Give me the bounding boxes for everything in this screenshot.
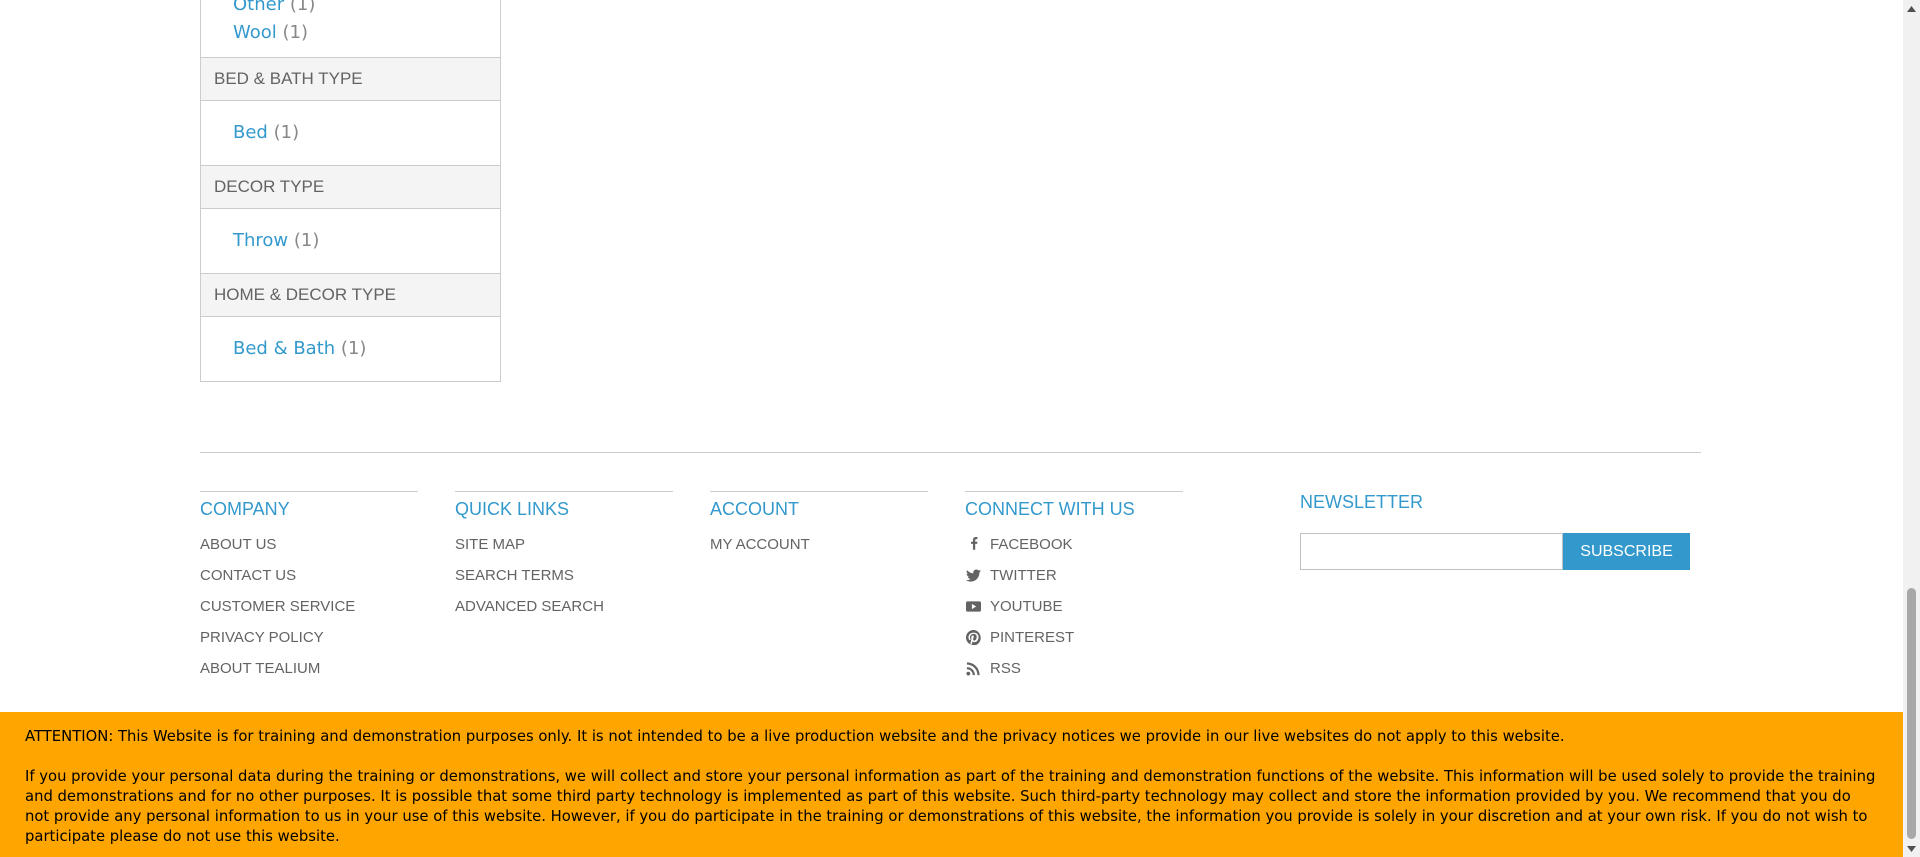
footer-link-rss[interactable]: RSS (965, 653, 1183, 684)
footer-link-about-tealium[interactable]: ABOUT TEALIUM (200, 653, 418, 684)
filter-group-home-decor-type: Bed & Bath (1) (201, 317, 500, 381)
footer-link-facebook[interactable]: FACEBOOK (965, 529, 1183, 560)
footer-column-company: COMPANY ABOUT US CONTACT US CUSTOMER SER… (200, 491, 418, 684)
page-scrollbar[interactable] (1903, 0, 1920, 857)
filter-option-count: (1) (293, 230, 320, 251)
newsletter-title: NEWSLETTER (1300, 492, 1424, 512)
filter-group-bed-bath-type: Bed (1) (201, 101, 500, 165)
twitter-icon (965, 568, 981, 584)
footer-link-contact-us[interactable]: CONTACT US (200, 560, 418, 591)
filter-option-label: Bed & Bath (233, 338, 336, 359)
newsletter-form: SUBSCRIBE (1300, 533, 1700, 570)
social-label: RSS (990, 660, 1021, 677)
filter-group-decor-type: Throw (1) (201, 209, 500, 273)
rss-icon (965, 661, 981, 677)
footer-column-rule (455, 491, 673, 492)
footer-link-customer-service[interactable]: CUSTOMER SERVICE (200, 591, 418, 622)
layered-navigation-filters: Other (1) Wool (1) BED & BATH TYPE Bed (… (200, 0, 501, 382)
social-label: PINTEREST (990, 629, 1075, 646)
social-label: TWITTER (990, 567, 1057, 584)
filter-heading-decor-type[interactable]: DECOR TYPE (201, 165, 500, 209)
footer-column-connect: CONNECT WITH US FACEBOOK TWITTER YOUTUBE… (965, 491, 1183, 684)
footer-column-rule (965, 491, 1183, 492)
youtube-icon (965, 599, 981, 615)
pinterest-icon (965, 630, 981, 646)
footer-column-rule (200, 491, 418, 492)
footer-link-youtube[interactable]: YOUTUBE (965, 591, 1183, 622)
scroll-up-arrow-icon[interactable] (1903, 0, 1920, 17)
filter-heading-home-decor-type[interactable]: HOME & DECOR TYPE (201, 273, 500, 317)
footer-link-about-us[interactable]: ABOUT US (200, 529, 418, 560)
facebook-icon (965, 537, 981, 553)
filter-option-count: (1) (289, 0, 316, 15)
subscribe-button[interactable]: SUBSCRIBE (1563, 533, 1690, 570)
footer-column-title: ACCOUNT (710, 499, 799, 519)
footer-link-privacy-policy[interactable]: PRIVACY POLICY (200, 622, 418, 653)
newsletter-block: NEWSLETTER SUBSCRIBE (1300, 490, 1700, 570)
footer-link-site-map[interactable]: SITE MAP (455, 529, 673, 560)
filter-option-count: (1) (340, 338, 367, 359)
notice-attention-text: ATTENTION: This Website is for training … (25, 728, 1565, 745)
filter-option-throw[interactable]: Throw (1) (233, 227, 500, 255)
filter-option-label: Other (233, 0, 285, 15)
filter-group-material: Other (1) Wool (1) (201, 0, 500, 57)
footer-link-search-terms[interactable]: SEARCH TERMS (455, 560, 673, 591)
footer-link-twitter[interactable]: TWITTER (965, 560, 1183, 591)
filter-option-label: Wool (233, 22, 277, 43)
scroll-down-arrow-icon[interactable] (1903, 840, 1920, 857)
footer-column-title: COMPANY (200, 499, 290, 519)
footer-column-title: CONNECT WITH US (965, 499, 1135, 519)
social-label: FACEBOOK (990, 536, 1073, 553)
social-label: YOUTUBE (990, 598, 1063, 615)
filter-heading-bed-bath-type[interactable]: BED & BATH TYPE (201, 57, 500, 101)
filter-option-bed-and-bath[interactable]: Bed & Bath (1) (233, 335, 500, 363)
filter-option-count: (1) (273, 122, 300, 143)
demo-notice-banner: ATTENTION: This Website is for training … (0, 712, 1903, 857)
footer-column-account: ACCOUNT MY ACCOUNT (710, 491, 928, 560)
footer-column-rule (710, 491, 928, 492)
filter-option-label: Bed (233, 122, 268, 143)
footer-link-advanced-search[interactable]: ADVANCED SEARCH (455, 591, 673, 622)
filter-option-label: Throw (233, 230, 289, 251)
footer-divider (200, 452, 1701, 453)
filter-option-wool[interactable]: Wool (1) (233, 19, 500, 47)
newsletter-email-input[interactable] (1300, 533, 1563, 570)
footer-link-pinterest[interactable]: PINTEREST (965, 622, 1183, 653)
footer-link-my-account[interactable]: MY ACCOUNT (710, 529, 928, 560)
filter-option-count: (1) (282, 22, 309, 43)
notice-privacy-text: If you provide your personal data during… (25, 768, 1876, 845)
scrollbar-thumb[interactable] (1907, 588, 1916, 839)
footer-column-quick-links: QUICK LINKS SITE MAP SEARCH TERMS ADVANC… (455, 491, 673, 622)
filter-option-bed[interactable]: Bed (1) (233, 119, 500, 147)
filter-option-other[interactable]: Other (1) (233, 0, 500, 19)
footer-column-title: QUICK LINKS (455, 499, 570, 519)
